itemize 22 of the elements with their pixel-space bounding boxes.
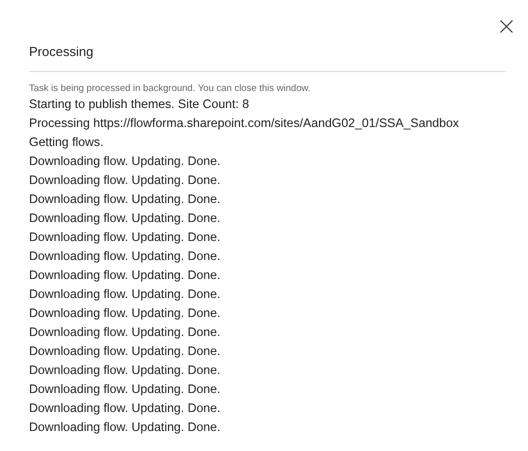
log-line: Downloading flow. Updating. Done. (29, 419, 222, 436)
log-line: Downloading flow. Updating. Done. (29, 343, 222, 360)
close-button[interactable] (498, 18, 515, 35)
background-notice: Task is being processed in background. You can close this window. (29, 83, 312, 95)
log-line: Downloading flow. Updating. Done. (29, 267, 222, 284)
log-line: Downloading flow. Updating. Done. (29, 381, 222, 398)
close-icon (500, 20, 513, 33)
log-line: Downloading flow. Updating. Done. (29, 210, 222, 227)
log-line: Downloading flow. Updating. Done. (29, 400, 222, 417)
dialog-title: Processing (29, 44, 94, 60)
log-line: Downloading flow. Updating. Done. (29, 191, 222, 208)
log-line: Getting flows. (29, 134, 104, 151)
log-line: Downloading flow. Updating. Done. (29, 248, 222, 265)
log-line: Downloading flow. Updating. Done. (29, 229, 222, 246)
log-line: Downloading flow. Updating. Done. (29, 362, 222, 379)
log-line: Downloading flow. Updating. Done. (29, 286, 222, 303)
log-line: Downloading flow. Updating. Done. (29, 305, 222, 322)
log-line: Downloading flow. Updating. Done. (29, 172, 222, 189)
log-line: Downloading flow. Updating. Done. (29, 324, 222, 341)
log-line: Starting to publish themes. Site Count: 8 (29, 96, 250, 113)
log-line: Processing https://flowforma.sharepoint.com/sites/AandG02_01/SSA_Sandbox (29, 115, 460, 132)
log-line: Downloading flow. Updating. Done. (29, 153, 222, 170)
